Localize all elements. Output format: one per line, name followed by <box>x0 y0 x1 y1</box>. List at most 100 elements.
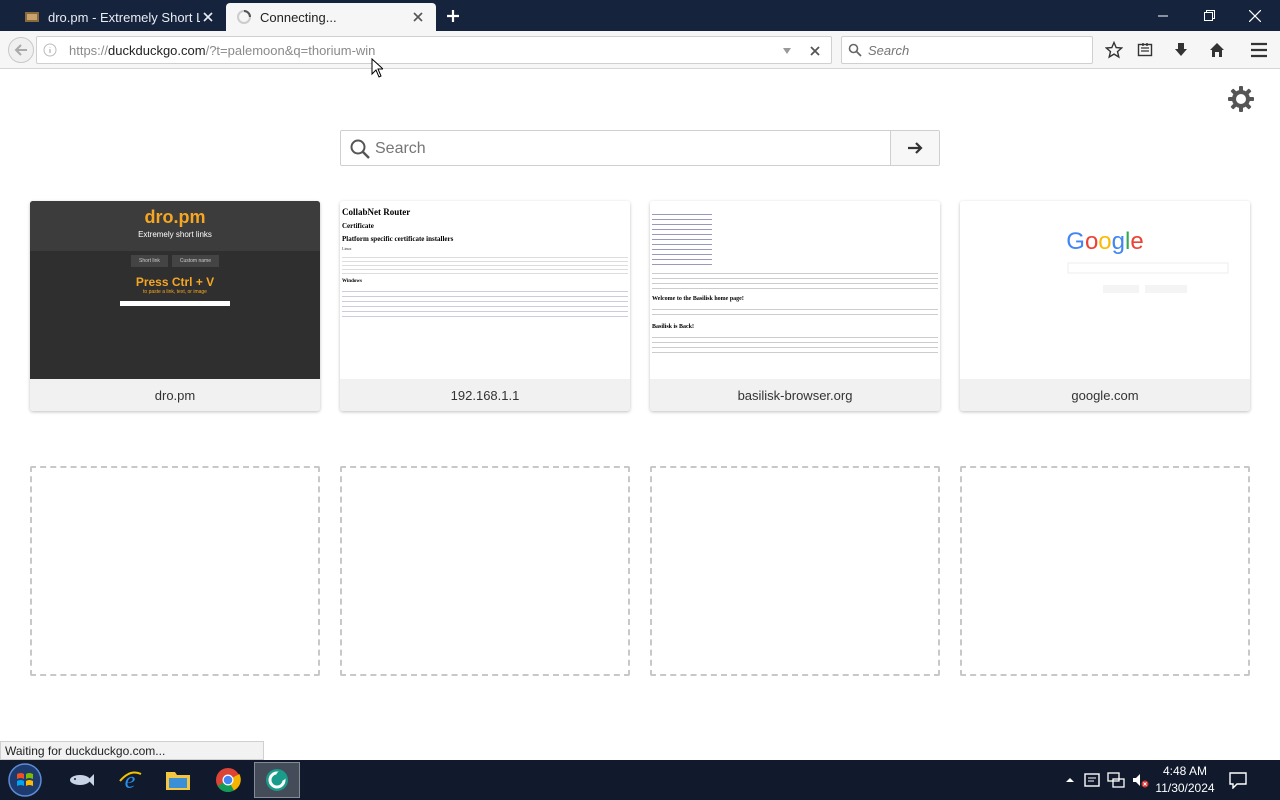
taskbar-app-explorer[interactable] <box>155 762 201 798</box>
thumb-text-lines <box>652 305 938 319</box>
thumb-field <box>120 301 230 306</box>
tile-caption: google.com <box>960 379 1250 411</box>
thumb-text-lines <box>652 333 938 357</box>
speed-dial-tile-dro-pm[interactable]: dro.pm Extremely short links Short link … <box>30 201 320 411</box>
show-hidden-icons-button[interactable] <box>1060 770 1080 790</box>
downloads-button[interactable] <box>1170 39 1192 61</box>
taskbar-app-palemoon[interactable] <box>254 762 300 798</box>
stop-button[interactable] <box>807 43 823 59</box>
url-prefix: https:// <box>69 43 109 58</box>
page-search-input[interactable] <box>375 139 885 159</box>
tab-title: dro.pm - Extremely Short Li <box>48 9 200 25</box>
svg-text:Google: Google <box>1066 228 1143 255</box>
url-text[interactable]: https://duckduckgo.com/?t=palemoon&q=tho… <box>69 43 375 58</box>
close-tab-icon[interactable] <box>410 9 426 25</box>
main-menu-button[interactable] <box>1248 39 1270 61</box>
url-path: /?t=palemoon&q=thorium-win <box>205 43 376 58</box>
url-domain: duckduckgo.com <box>108 43 206 58</box>
back-arrow-icon <box>14 44 27 56</box>
tab-title: Connecting... <box>260 9 337 25</box>
internet-explorer-icon: e <box>119 768 142 793</box>
google-logo: Google <box>1066 228 1229 293</box>
thumb-title: CollabNet Router <box>342 207 411 217</box>
tile-caption: basilisk-browser.org <box>650 379 940 411</box>
thumb-btn: Custom name <box>171 255 219 267</box>
new-tab-button[interactable] <box>442 5 464 27</box>
history-dropdown-icon[interactable] <box>781 45 793 57</box>
tab-connecting[interactable]: Connecting... <box>226 3 436 31</box>
taskbar-clock[interactable]: 4:48 AM 11/30/2024 <box>1148 763 1222 797</box>
loading-spinner-icon <box>237 10 251 24</box>
gear-icon[interactable] <box>1226 84 1256 114</box>
url-bar[interactable]: https://duckduckgo.com/?t=palemoon&q=tho… <box>36 36 832 64</box>
thumb-line: ​ <box>30 312 320 317</box>
hamburger-menu-icon <box>1251 42 1267 58</box>
search-icon <box>848 43 862 57</box>
close-window-button[interactable] <box>1232 0 1278 31</box>
tile-thumbnail: CollabNet Router Certificate Platform sp… <box>340 201 630 379</box>
bookmarks-list-icon <box>1137 43 1153 57</box>
close-icon <box>1249 9 1261 22</box>
tray-action-center[interactable] <box>1082 770 1102 790</box>
site-info-icon[interactable] <box>43 43 57 57</box>
bookmarks-menu-button[interactable] <box>1134 39 1156 61</box>
tray-network[interactable] <box>1106 770 1126 790</box>
arrow-right-icon <box>908 142 923 154</box>
mouse-cursor-icon <box>371 58 383 78</box>
thumb-heading: Certificate <box>342 222 374 230</box>
taskbar-app-chrome[interactable] <box>205 762 251 798</box>
thumb-text-lines <box>342 287 628 317</box>
plus-icon <box>447 10 459 22</box>
thumb-title: dro.pm <box>144 207 206 227</box>
search-go-button[interactable] <box>890 131 939 165</box>
bookmark-star-button[interactable] <box>1103 39 1125 61</box>
thumb-press: Press Ctrl + V <box>135 275 215 289</box>
folder-icon <box>166 772 190 790</box>
tab-dro-pm[interactable]: dro.pm - Extremely Short Li <box>14 3 226 31</box>
thumb-heading: Windows <box>342 279 362 284</box>
thumb-heading: Basilisk is Back! <box>652 324 695 330</box>
search-input[interactable] <box>868 41 1088 59</box>
empty-tile-slot[interactable] <box>340 466 630 676</box>
thumb-sub: to paste a link, text, or image <box>143 289 207 295</box>
download-arrow-icon <box>1175 43 1187 56</box>
clock-date: 11/30/2024 <box>1155 781 1215 795</box>
tile-caption: dro.pm <box>30 379 320 411</box>
thumb-btn: Short link <box>131 255 168 267</box>
taskbar-app-ie[interactable]: e <box>107 762 153 798</box>
flag-icon <box>1084 773 1100 787</box>
tray-volume[interactable] <box>1130 770 1150 790</box>
network-icon <box>1107 772 1125 788</box>
thumb-heading: Platform specific certificate installers <box>342 235 454 243</box>
speed-dial-tile-google[interactable]: Google google.com <box>960 201 1250 411</box>
home-button[interactable] <box>1206 39 1228 61</box>
status-bar: Waiting for duckduckgo.com... <box>0 741 264 760</box>
speed-dial-tile-basilisk[interactable]: Welcome to the Basilisk home page! Basil… <box>650 201 940 411</box>
windows-start-button[interactable] <box>6 761 44 799</box>
speed-dial-tile-router[interactable]: CollabNet Router Certificate Platform sp… <box>340 201 630 411</box>
tray-notifications[interactable] <box>1228 770 1248 790</box>
thumb-subtitle: Extremely short links <box>138 230 212 239</box>
empty-tile-slot[interactable] <box>650 466 940 676</box>
notification-icon <box>1229 772 1247 789</box>
home-icon <box>1210 43 1224 57</box>
empty-tile-slot[interactable] <box>30 466 320 676</box>
tile-caption: 192.168.1.1 <box>340 379 630 411</box>
minimize-icon <box>1158 15 1168 16</box>
thumb-heading: Welcome to the Basilisk home page! <box>652 296 744 302</box>
empty-tile-slot[interactable] <box>960 466 1250 676</box>
taskbar-app-fish[interactable] <box>58 762 104 798</box>
navigation-bar: https://duckduckgo.com/?t=palemoon&q=tho… <box>0 31 1280 69</box>
minimize-button-2[interactable] <box>1140 0 1186 31</box>
thumb-text-lines <box>342 254 628 274</box>
restore-icon <box>1203 10 1215 21</box>
search-bar[interactable] <box>841 36 1093 64</box>
windows-taskbar: e 4:48 AM 11/30/2024 <box>0 760 1280 800</box>
back-button[interactable] <box>8 37 34 63</box>
star-icon <box>1105 41 1123 59</box>
clock-time: 4:48 AM <box>1162 764 1208 778</box>
search-icon <box>350 139 370 159</box>
dro-pm-favicon-icon <box>25 12 39 22</box>
close-tab-icon[interactable] <box>200 9 216 25</box>
restore-button[interactable] <box>1186 0 1232 31</box>
